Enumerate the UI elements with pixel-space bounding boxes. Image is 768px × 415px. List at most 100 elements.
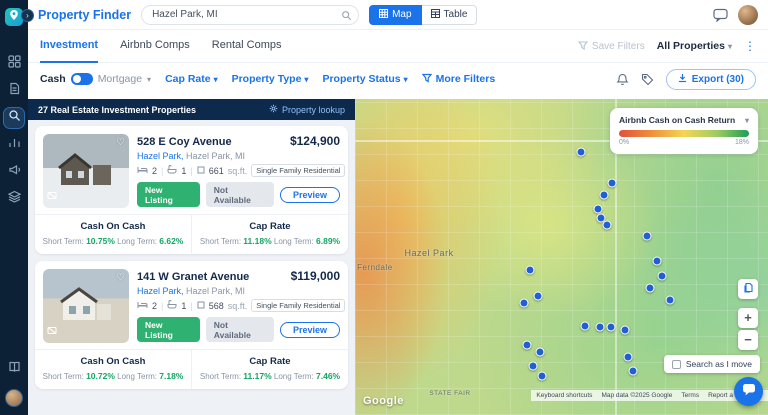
short-term-label: Short Term: (43, 237, 84, 246)
preview-button[interactable]: Preview (280, 322, 340, 338)
hide-listing-icon[interactable] (47, 322, 57, 340)
user-avatar[interactable] (738, 5, 758, 25)
cap-rate-filter[interactable]: Cap Rate▾ (165, 73, 218, 85)
property-marker[interactable] (602, 221, 611, 230)
property-marker[interactable] (533, 291, 542, 300)
property-marker[interactable] (628, 366, 637, 375)
long-term-label: Long Term: (117, 237, 157, 246)
more-filters-button[interactable]: More Filters (422, 73, 496, 86)
export-label: Export (30) (692, 74, 744, 85)
property-lookup-button[interactable]: Property lookup (269, 104, 345, 115)
property-type-badge: Single Family Residential (251, 164, 345, 177)
property-marker[interactable] (581, 321, 590, 330)
live-chat-button[interactable] (734, 377, 763, 406)
property-marker[interactable] (519, 299, 528, 308)
map-canvas[interactable]: Hazel ParkFerndaleSTATE FAIR Airbnb Cash… (355, 99, 768, 415)
map-place-label: STATE FAIR (429, 390, 470, 397)
short-term-label: Short Term: (200, 237, 241, 246)
property-marker[interactable] (652, 257, 661, 266)
property-marker[interactable] (522, 340, 531, 349)
property-marker[interactable] (607, 322, 616, 331)
property-status-filter[interactable]: Property Status▾ (322, 73, 407, 85)
sidebar-item-property-search[interactable] (4, 108, 24, 128)
sidebar-item-documents[interactable] (4, 81, 24, 101)
tab-rental-comps[interactable]: Rental Comps (212, 30, 282, 63)
sidebar-item-dashboard[interactable] (4, 54, 24, 74)
tab-airbnb-comps[interactable]: Airbnb Comps (120, 30, 190, 63)
property-card[interactable]: ♡ 528 E Coy Avenue $124,900 Hazel Park, … (35, 126, 348, 254)
chevron-down-icon[interactable]: ▾ (147, 75, 151, 84)
property-photo[interactable]: ♡ (43, 134, 129, 208)
property-lookup-label: Property lookup (282, 105, 345, 115)
favorite-heart-icon[interactable]: ♡ (116, 272, 125, 283)
tabs-bar: Investment Airbnb Comps Rental Comps Sav… (28, 30, 768, 63)
property-marker[interactable] (529, 361, 538, 370)
cap-long-value: 6.89% (316, 236, 340, 246)
tab-investment[interactable]: Investment (40, 30, 98, 63)
legend-dropdown[interactable]: Airbnb Cash on Cash Return ▾ (619, 115, 749, 125)
sidebar-collapse-button[interactable]: › (21, 9, 34, 22)
property-address[interactable]: 141 W Granet Avenue (137, 271, 249, 283)
zoom-in-button[interactable]: + (738, 308, 758, 328)
property-marker[interactable] (666, 295, 675, 304)
map-docs-button[interactable] (738, 279, 758, 299)
more-options-kebab[interactable]: ⋮ (744, 39, 756, 53)
terms-link[interactable]: Terms (681, 392, 699, 399)
search-as-i-move-label: Search as I move (686, 359, 752, 369)
zoom-out-button[interactable]: − (738, 330, 758, 350)
property-marker[interactable] (538, 371, 547, 380)
sidebar-item-analytics[interactable] (4, 135, 24, 155)
property-address[interactable]: 528 E Coy Avenue (137, 136, 232, 148)
sidebar-item-layers[interactable] (4, 189, 24, 209)
property-card[interactable]: ♡ 141 W Granet Avenue $119,000 Hazel Par… (35, 261, 348, 389)
feedback-chat-icon[interactable] (713, 8, 728, 22)
sidebar-item-marketing[interactable] (4, 162, 24, 182)
city-link[interactable]: Hazel Park, (137, 151, 184, 161)
cash-label: Cash (40, 73, 66, 85)
keyboard-shortcuts-link[interactable]: Keyboard shortcuts (536, 392, 592, 399)
new-listing-badge: New Listing (137, 182, 200, 207)
preview-button[interactable]: Preview (280, 187, 340, 203)
notification-bell-icon[interactable] (616, 73, 629, 86)
mortgage-label: Mortgage (98, 73, 142, 85)
export-button[interactable]: Export (30) (666, 69, 756, 90)
search-as-i-move-toggle[interactable]: Search as I move (664, 355, 760, 373)
property-marker[interactable] (657, 271, 666, 280)
property-marker[interactable] (642, 231, 651, 240)
property-marker[interactable] (526, 265, 535, 274)
table-view-button[interactable]: Table (422, 5, 478, 25)
property-list-panel: 27 Real Estate Investment Properties Pro… (28, 99, 355, 415)
property-marker[interactable] (607, 179, 616, 188)
property-marker[interactable] (595, 322, 604, 331)
long-term-label: Long Term: (274, 372, 314, 381)
property-photo[interactable]: ♡ (43, 269, 129, 343)
sidebar-user-avatar[interactable] (5, 389, 23, 407)
property-type-filter[interactable]: Property Type▾ (232, 73, 309, 85)
city-link[interactable]: Hazel Park, (137, 286, 184, 296)
property-marker[interactable] (536, 347, 545, 356)
property-marker[interactable] (576, 148, 585, 157)
property-marker[interactable] (621, 325, 630, 334)
short-term-label: Short Term: (200, 372, 241, 381)
checkbox-icon[interactable] (672, 360, 681, 369)
sidebar-item-resources[interactable] (4, 359, 24, 379)
all-properties-dropdown[interactable]: All Properties ▾ (657, 40, 732, 52)
map-attribution: Keyboard shortcuts Map data ©2025 Google… (531, 390, 768, 401)
save-filters-button[interactable]: Save Filters (578, 40, 645, 53)
long-term-label: Long Term: (274, 237, 314, 246)
property-marker[interactable] (645, 283, 654, 292)
coc-short-value: 10.72% (86, 371, 115, 381)
content-area: 27 Real Estate Investment Properties Pro… (28, 95, 768, 415)
cash-mortgage-toggle[interactable] (71, 73, 93, 85)
property-marker[interactable] (623, 352, 632, 361)
property-marker[interactable] (600, 191, 609, 200)
legend-max: 18% (735, 139, 749, 146)
cap-long-value: 7.46% (316, 371, 340, 381)
map-view-button[interactable]: Map (369, 5, 421, 25)
favorite-heart-icon[interactable]: ♡ (116, 137, 125, 148)
saved-search-tag-icon[interactable] (641, 73, 654, 86)
hide-listing-icon[interactable] (47, 187, 57, 205)
location-search-input[interactable] (141, 5, 359, 25)
search-icon[interactable] (341, 8, 352, 26)
tabs-right-controls: Save Filters All Properties ▾ ⋮ (578, 39, 756, 53)
